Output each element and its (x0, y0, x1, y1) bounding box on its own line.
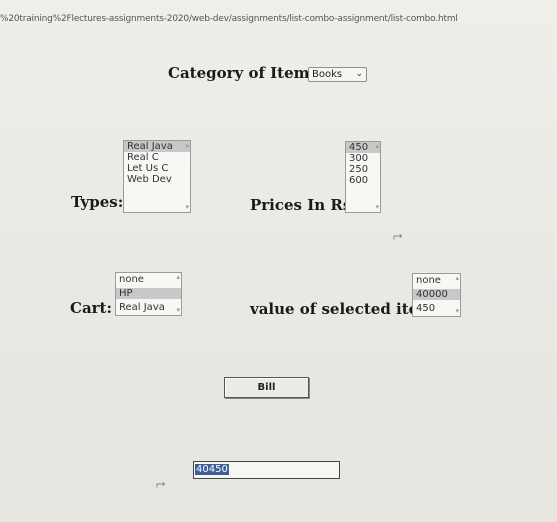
prices-option[interactable]: 600 (346, 175, 380, 186)
selected-value-listbox[interactable]: none 40000 450 ▴ ▾ (412, 273, 461, 317)
prices-option[interactable]: 300 (346, 153, 380, 164)
scroll-down-icon[interactable]: ▾ (185, 204, 189, 211)
prices-label: Prices In Rs: (250, 196, 357, 214)
cart-label: Cart: (70, 299, 113, 317)
chevron-down-icon: ⌄ (355, 69, 363, 79)
cart-option[interactable]: Real Java (116, 302, 181, 313)
prices-listbox[interactable]: 450 300 250 600 ▴ ▾ (345, 141, 381, 213)
category-label: Category of Items: (168, 64, 324, 82)
scroll-down-icon[interactable]: ▾ (375, 204, 379, 211)
cart-option[interactable]: none (116, 274, 181, 285)
selected-value-option[interactable]: none (413, 275, 460, 286)
selected-value-option[interactable]: 40000 (413, 289, 460, 300)
types-option[interactable]: Web Dev (124, 174, 190, 185)
total-value: 40450 (195, 464, 229, 475)
category-select[interactable]: Books ⌄ (308, 67, 367, 82)
mouse-cursor-icon: ⮣ (393, 228, 403, 242)
scroll-up-icon[interactable]: ▴ (375, 143, 379, 150)
scroll-up-icon[interactable]: ▴ (176, 274, 180, 281)
types-label: Types: (71, 193, 124, 211)
mouse-cursor-icon: ⮣ (156, 476, 166, 490)
scroll-up-icon[interactable]: ▴ (455, 275, 459, 282)
bill-button[interactable]: Bill (224, 377, 309, 398)
prices-option[interactable]: 250 (346, 164, 380, 175)
types-option[interactable]: Let Us C (124, 163, 190, 174)
selected-value-option[interactable]: 450 (413, 303, 460, 314)
address-bar[interactable]: %20training%2Flectures-assignments-2020/… (0, 10, 557, 28)
total-field[interactable]: 40450 (193, 461, 340, 479)
types-option[interactable]: Real C (124, 152, 190, 163)
category-selected-value: Books (312, 69, 343, 80)
page: %20training%2Flectures-assignments-2020/… (0, 0, 557, 522)
scroll-up-icon[interactable]: ▴ (185, 142, 189, 149)
scroll-down-icon[interactable]: ▾ (176, 307, 180, 314)
types-listbox[interactable]: Real Java Real C Let Us C Web Dev ▴ ▾ (123, 140, 191, 213)
scroll-down-icon[interactable]: ▾ (455, 308, 459, 315)
cart-option[interactable]: HP (116, 288, 181, 299)
types-option[interactable]: Real Java (124, 141, 190, 152)
cart-listbox[interactable]: none HP Real Java ▴ ▾ (115, 272, 182, 316)
